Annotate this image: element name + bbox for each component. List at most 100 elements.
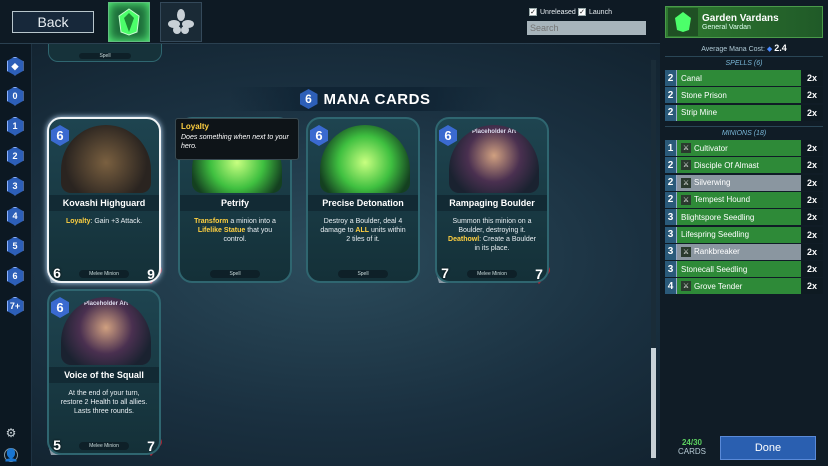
deck-card-count: 24/30 CARDS (668, 438, 716, 456)
scrollbar-thumb[interactable] (651, 348, 656, 458)
deck-row[interactable]: 4 ⚔ Grove Tender 2x (665, 278, 823, 295)
deck-row-cost: 2 (665, 157, 677, 174)
deck-row[interactable]: 1 ⚔ Cultivator 2x (665, 140, 823, 156)
deck-row-bar: Canal (677, 70, 801, 86)
deck-row-bar: ⚔ Rankbreaker (677, 243, 801, 260)
card-kovashi-highguard[interactable]: 6 Kovashi Highguard Loyalty: Gain +3 Att… (47, 117, 161, 283)
tooltip-text: Does something when next to your hero. (181, 134, 289, 150)
minion-portrait-icon: ⚔ (681, 246, 691, 257)
mana-section-header: 6 MANA CARDS (230, 87, 500, 111)
mana-filter-3[interactable]: 3 (6, 176, 24, 196)
deck-row-quantity: 2x (801, 226, 823, 243)
mana-gem-icon: ◆ (6, 56, 24, 76)
done-button[interactable]: Done (720, 436, 816, 460)
card-art (320, 125, 410, 193)
leaf-crystal-icon (675, 12, 691, 32)
minion-portrait-icon: ⚔ (681, 194, 691, 205)
card-health: 9 (139, 263, 163, 285)
deck-row-cost: 3 (665, 209, 677, 226)
deck-row[interactable]: 2 ⚔ Disciple Of Almast 2x (665, 157, 823, 174)
mana-filter-label: 0 (6, 86, 24, 106)
neutral-flower-icon (168, 9, 194, 34)
card-name: Petrify (180, 195, 290, 211)
deck-row-quantity: 2x (801, 191, 823, 208)
deck-row-cost: 1 (665, 140, 677, 156)
unreleased-checkbox[interactable]: ✓ Unreleased (529, 8, 576, 16)
card-precise-detonation[interactable]: 6 Precise Detonation Destroy a Boulder, … (306, 117, 420, 283)
search-input[interactable] (527, 21, 646, 35)
mana-gem-icon: ◆ (766, 46, 773, 53)
deck-row-quantity: 2x (801, 140, 823, 156)
deck-row[interactable]: 3 ⚔ Rankbreaker 2x (665, 243, 823, 260)
card-count-value: 24/30 (681, 438, 703, 447)
partial-card[interactable]: Spell (48, 44, 162, 62)
deck-row[interactable]: 2 ⚔ Tempest Hound 2x (665, 191, 823, 208)
deck-row[interactable]: 2 Stone Prison 2x (665, 87, 823, 104)
mana-filter-label: 3 (6, 176, 24, 196)
mana-filter-label: 6 (6, 266, 24, 286)
mana-filter-6[interactable]: 6 (6, 266, 24, 286)
deck-row-name: Canal (681, 73, 702, 83)
card-attack: 7 (433, 261, 457, 285)
card-type: Melee Minion (79, 270, 129, 278)
deck-row-quantity: 2x (801, 243, 823, 260)
card-type: Spell (79, 53, 131, 59)
leaf-crystal-icon (118, 8, 140, 36)
deck-row-quantity: 2x (801, 157, 823, 174)
user-icon[interactable]: 👤 (4, 448, 18, 462)
deck-row-quantity: 2x (801, 209, 823, 226)
mana-filter-0[interactable]: 0 (6, 86, 24, 106)
deck-row-bar: Stone Prison (677, 87, 801, 104)
card-type: Spell (210, 270, 260, 278)
faction-tab-life[interactable] (108, 2, 150, 42)
deck-row-quantity: 2x (801, 278, 823, 295)
card-type: Spell (338, 270, 388, 278)
deck-row[interactable]: 2 Strip Mine 2x (665, 104, 823, 121)
deck-row[interactable]: 3 Stonecall Seedling 2x (665, 261, 823, 278)
launch-checkbox[interactable]: ✓ Launch (578, 8, 612, 16)
card-mana-cost: 6 (51, 125, 69, 146)
deck-row-bar: Blightspore Seedling (677, 209, 801, 226)
mana-filter-5[interactable]: 5 (6, 236, 24, 256)
card-description: Destroy a Boulder, deal 4 damage to ALL … (320, 218, 406, 243)
back-button[interactable]: Back (12, 11, 94, 33)
check-icon: ✓ (578, 8, 586, 16)
minion-portrait-icon: ⚔ (681, 143, 691, 153)
faction-tab-neutral[interactable] (160, 2, 202, 42)
mana-filter-4[interactable]: 4 (6, 206, 24, 226)
mana-filter-all[interactable]: ◆ (6, 56, 24, 76)
deck-row-quantity: 2x (801, 261, 823, 278)
deck-row-quantity: 2x (801, 104, 823, 121)
deck-row-bar: ⚔ Grove Tender (677, 278, 801, 295)
mana-filter-label: 1 (6, 116, 24, 136)
general-header[interactable]: Garden Vardans General Vardan (665, 6, 823, 38)
mana-filter-7plus[interactable]: 7+ (6, 296, 24, 316)
mana-filter-label: 5 (6, 236, 24, 256)
card-art (61, 125, 151, 193)
card-name: Precise Detonation (308, 195, 418, 211)
deck-row-name: Grove Tender (694, 281, 743, 291)
card-description: At the end of your turn, restore 2 Healt… (60, 390, 148, 415)
card-mana-cost: 6 (310, 125, 328, 146)
deck-row[interactable]: 2 Canal 2x (665, 70, 823, 86)
deck-row[interactable]: 3 Blightspore Seedling 2x (665, 209, 823, 226)
card-count-label: CARDS (677, 447, 706, 456)
deck-row-cost: 2 (665, 104, 677, 121)
deck-row[interactable]: 3 Lifespring Seedling 2x (665, 226, 823, 243)
mana-filter-2[interactable]: 2 (6, 146, 24, 166)
launch-label: Launch (589, 8, 612, 16)
deck-row-name: Disciple Of Almast (694, 160, 759, 170)
card-name: Voice of the Squall (49, 367, 159, 383)
gear-icon[interactable]: ⚙ (4, 426, 18, 440)
average-mana-cost: Average Mana Cost: ◆ 2.4 (701, 43, 787, 53)
deck-row-quantity: 2x (801, 87, 823, 104)
card-voice-of-the-squall[interactable]: Placeholder Art 6 Voice of the Squall At… (47, 289, 161, 455)
deck-row-quantity: 2x (801, 70, 823, 86)
deck-row-cost: 2 (665, 70, 677, 86)
minion-portrait-icon: ⚔ (681, 160, 691, 171)
deck-row[interactable]: 2 ⚔ Silverwing 2x (665, 174, 823, 191)
general-name: General Vardan (702, 24, 751, 31)
card-rampaging-boulder[interactable]: Placeholder Art 6 Rampaging Boulder Summ… (435, 117, 549, 283)
mana-filter-1[interactable]: 1 (6, 116, 24, 136)
card-attack: 5 (45, 433, 69, 457)
